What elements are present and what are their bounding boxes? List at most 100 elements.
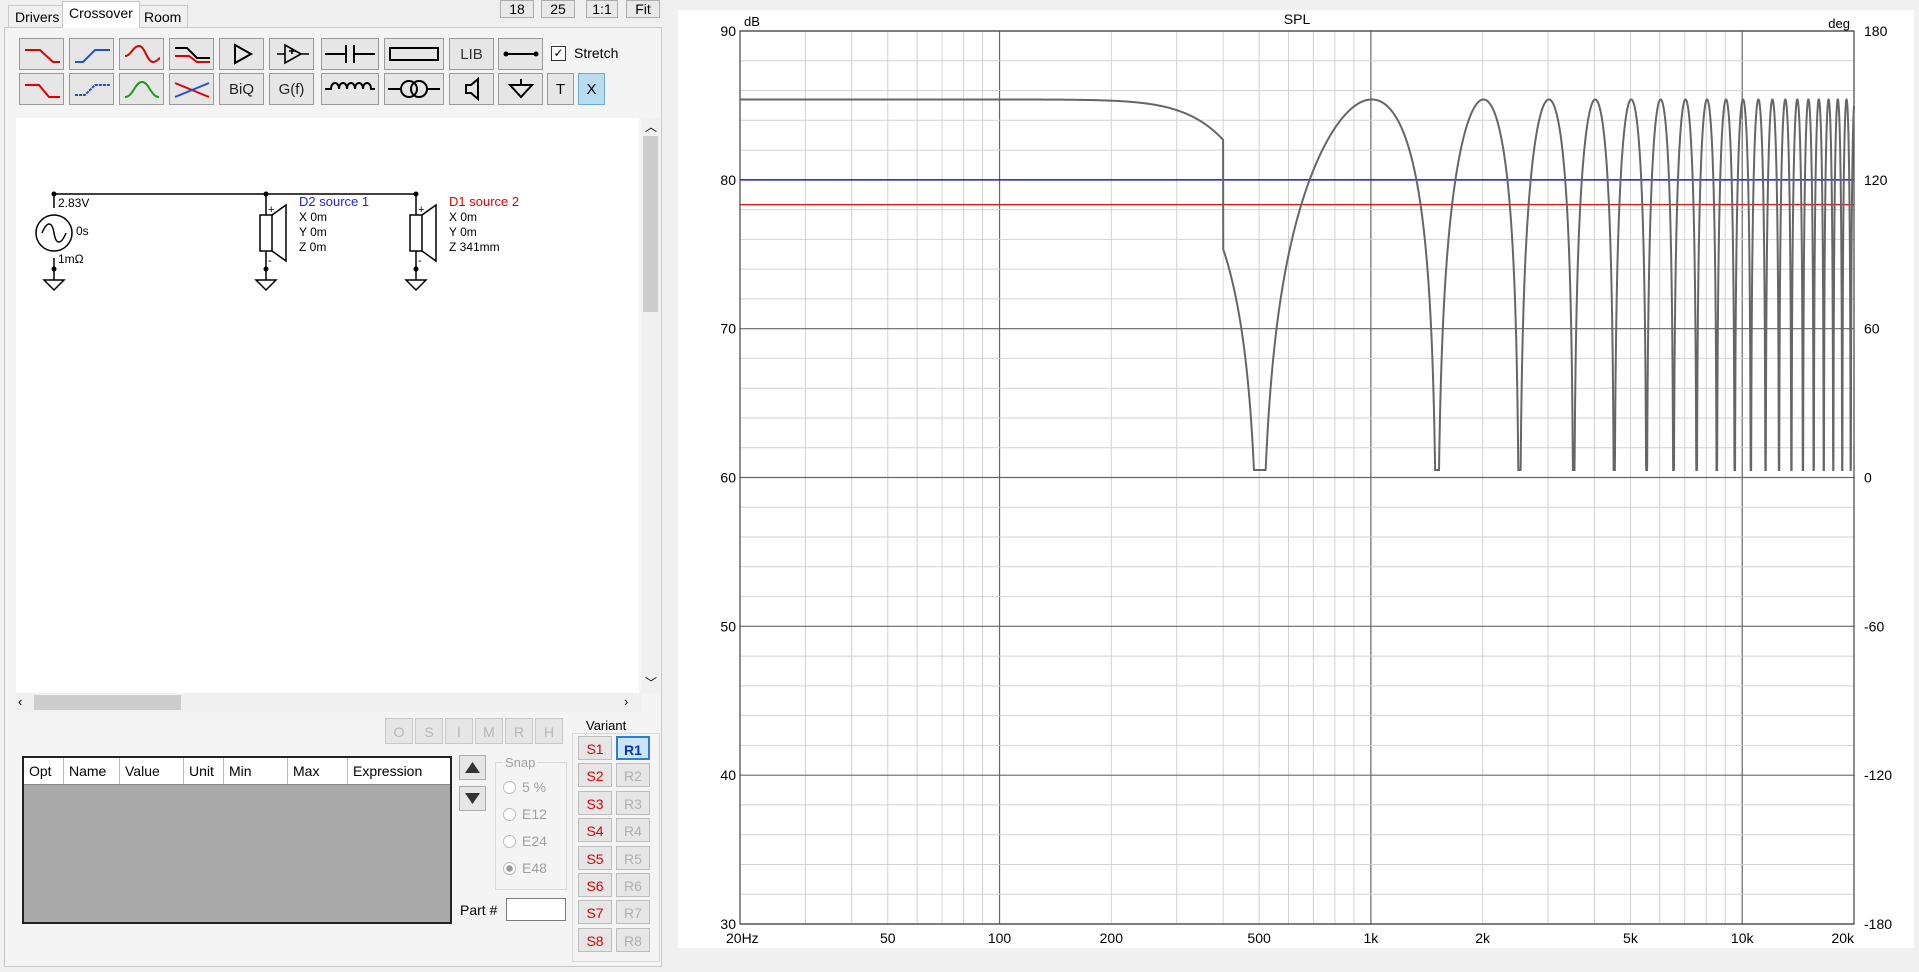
col-value[interactable]: Value xyxy=(120,758,184,784)
optimize-o-button[interactable]: O xyxy=(385,718,413,744)
scroll-left-arrow-icon[interactable]: ‹ xyxy=(18,694,22,709)
ground-tool[interactable] xyxy=(498,73,543,105)
variant-r5-button[interactable]: R5 xyxy=(616,846,650,870)
variant-s6-button[interactable]: S6 xyxy=(578,873,612,897)
spl-chart-svg: SPLdB deg90807060504030180120600-60-120-1… xyxy=(720,11,1892,946)
variant-s7-button[interactable]: S7 xyxy=(578,900,612,924)
optimize-s-button[interactable]: S xyxy=(415,718,443,744)
amplifier-tool[interactable] xyxy=(219,38,264,70)
wire-icon xyxy=(503,51,538,57)
optimize-h-button[interactable]: H xyxy=(535,718,563,744)
crossover-tool[interactable] xyxy=(169,73,214,105)
scroll-down-arrow-icon[interactable]: ﹀ xyxy=(645,674,657,691)
optimize-r-button[interactable]: R xyxy=(505,718,533,744)
variant-s3-button[interactable]: S3 xyxy=(578,791,612,815)
schematic-vertical-scrollbar[interactable]: ︿ ﹀ xyxy=(641,118,660,693)
stretch-checkbox[interactable]: ✓ xyxy=(551,46,566,61)
chart-title: SPL xyxy=(1284,11,1311,27)
lowpass2-tool[interactable] xyxy=(19,73,64,105)
x-tick-label: 10k xyxy=(1731,930,1755,946)
snap-e48-radio[interactable]: E48 xyxy=(503,860,547,876)
notch-tool[interactable] xyxy=(119,38,164,70)
col-name[interactable]: Name xyxy=(64,758,120,784)
variant-s1-button[interactable]: S1 xyxy=(578,736,612,760)
variant-r3-button[interactable]: R3 xyxy=(616,791,650,815)
y-tick-label: 60 xyxy=(720,470,736,486)
lowpass-2nd-icon xyxy=(24,84,60,98)
variant-s4-button[interactable]: S4 xyxy=(578,818,612,842)
driver-d1-y: Y 0m xyxy=(449,225,477,239)
lpf-buffer-tool[interactable] xyxy=(169,38,214,70)
variant-r6-button[interactable]: R6 xyxy=(616,873,650,897)
zoom-fit-button[interactable]: Fit xyxy=(626,0,660,18)
wire-tool[interactable] xyxy=(498,38,543,70)
biquad-button[interactable]: BiQ xyxy=(219,73,264,105)
scroll-right-arrow-icon[interactable]: › xyxy=(624,694,628,709)
col-opt[interactable]: Opt xyxy=(24,758,64,784)
col-expression[interactable]: Expression xyxy=(348,758,450,784)
vertical-scroll-thumb[interactable] xyxy=(643,136,658,312)
amplifier-icon xyxy=(233,43,253,65)
capacitor-tool[interactable] xyxy=(321,38,379,70)
zoom-18-button[interactable]: 18 xyxy=(500,0,534,18)
transfer-function-button[interactable]: G(f) xyxy=(269,73,314,105)
speaker-icon xyxy=(464,77,479,101)
lowpass-tool[interactable] xyxy=(19,38,64,70)
snap-e12-radio[interactable]: E12 xyxy=(503,806,547,822)
inductor-tool[interactable] xyxy=(321,73,379,105)
snap-5pct-radio[interactable]: 5 % xyxy=(503,779,546,795)
tab-drivers[interactable]: Drivers xyxy=(8,5,67,27)
horizontal-scroll-thumb[interactable] xyxy=(34,695,181,710)
variant-s2-button[interactable]: S2 xyxy=(578,763,612,787)
buffer-tool[interactable] xyxy=(269,38,314,70)
resistor-icon xyxy=(389,47,439,61)
bandpass-tool[interactable] xyxy=(119,73,164,105)
x-toggle-button[interactable]: X xyxy=(578,73,605,105)
tab-crossover[interactable]: Crossover xyxy=(62,1,140,28)
col-unit[interactable]: Unit xyxy=(184,758,224,784)
zoom-25-button[interactable]: 25 xyxy=(541,0,575,18)
driver-d2-x: X 0m xyxy=(299,210,328,224)
parameters-table[interactable]: Opt Name Value Unit Min Max Expression xyxy=(22,756,452,924)
library-button[interactable]: LIB xyxy=(449,38,494,70)
highpass-tool[interactable] xyxy=(69,38,114,70)
ground-symbol xyxy=(42,279,66,292)
text-tool-button[interactable]: T xyxy=(547,73,574,105)
snap-e24-radio[interactable]: E24 xyxy=(503,833,547,849)
scroll-up-arrow-icon[interactable]: ︿ xyxy=(645,118,657,135)
spl-chart[interactable]: SPL dB deg 90 80 70 60 50 40 30 180 120 60 0 -60 -120 -1… xyxy=(678,10,1914,948)
x-tick-label: 50 xyxy=(880,930,896,946)
zoom-1-1-button[interactable]: 1:1 xyxy=(586,0,618,18)
variant-s8-button[interactable]: S8 xyxy=(578,928,612,952)
variant-r1-button[interactable]: R1 xyxy=(616,736,650,760)
col-min[interactable]: Min xyxy=(224,758,288,784)
col-max[interactable]: Max xyxy=(288,758,348,784)
y2-tick-label: 60 xyxy=(1864,321,1880,337)
optimize-m-button[interactable]: M xyxy=(475,718,503,744)
variant-r4-button[interactable]: R4 xyxy=(616,818,650,842)
part-label: Part # xyxy=(460,902,498,918)
y2-tick-label: 120 xyxy=(1864,172,1888,188)
variant-r2-button[interactable]: R2 xyxy=(616,763,650,787)
optimize-i-button[interactable]: I xyxy=(445,718,473,744)
variant-r7-button[interactable]: R7 xyxy=(616,900,650,924)
buffer-icon xyxy=(276,43,309,65)
move-down-button[interactable] xyxy=(459,786,486,811)
driver-d2-name[interactable]: D2 source 1 xyxy=(299,194,369,209)
generator-delay: 0s xyxy=(76,224,89,238)
x-tick-label: 1k xyxy=(1363,930,1379,946)
move-up-button[interactable] xyxy=(459,755,486,780)
speaker-tool[interactable] xyxy=(449,73,494,105)
part-number-input[interactable] xyxy=(506,898,566,921)
variant-r8-button[interactable]: R8 xyxy=(616,928,650,952)
variant-s5-button[interactable]: S5 xyxy=(578,846,612,870)
schematic-horizontal-scrollbar[interactable]: ‹ › xyxy=(16,693,641,712)
transformer-tool[interactable] xyxy=(384,73,444,105)
lowpass-icon xyxy=(24,49,60,63)
resistor-tool[interactable] xyxy=(384,38,444,70)
tab-room[interactable]: Room xyxy=(137,5,189,27)
driver-d1-name[interactable]: D1 source 2 xyxy=(449,194,519,209)
schematic-canvas[interactable]: + - + - 2.83V 0s 1mΩ D2 source 1 X 0m Y … xyxy=(16,118,639,693)
allpass-tool[interactable] xyxy=(69,73,114,105)
generator-resistance: 1mΩ xyxy=(58,252,84,266)
